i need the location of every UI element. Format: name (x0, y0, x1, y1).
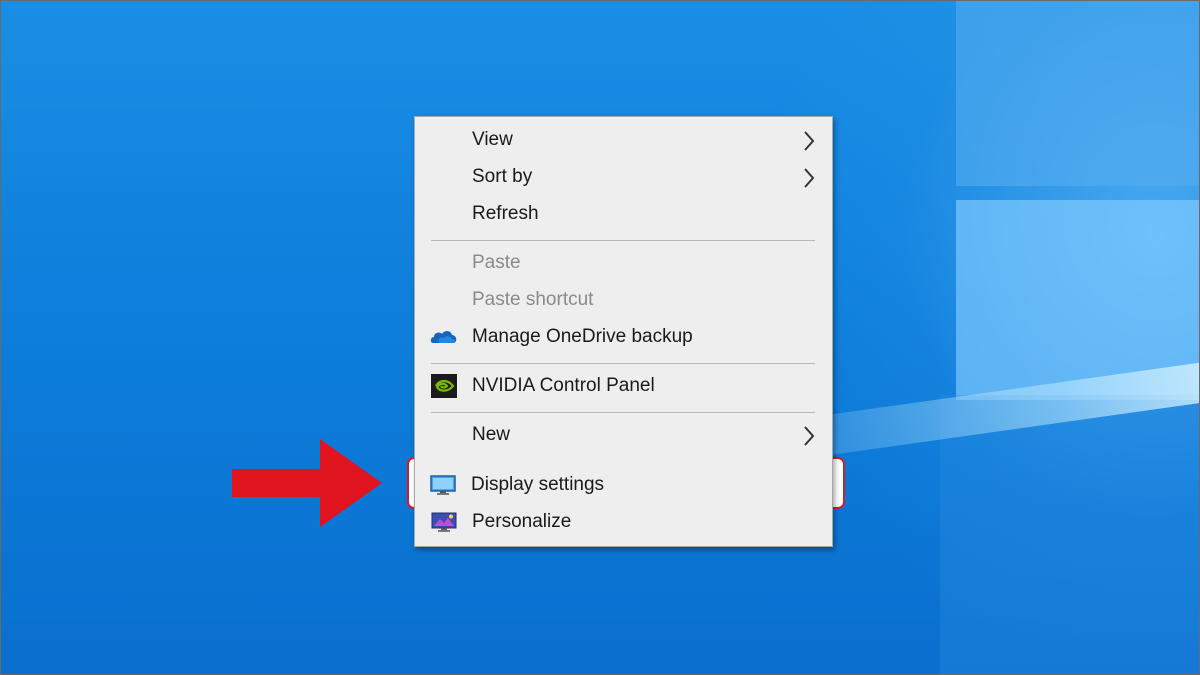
menu-item-nvidia-control-panel[interactable]: NVIDIA Control Panel (415, 368, 832, 404)
menu-item-personalize[interactable]: Personalize (415, 504, 832, 540)
menu-item-label: Personalize (472, 511, 572, 532)
red-arrow-icon (232, 439, 382, 527)
chevron-right-icon (804, 426, 815, 446)
menu-separator (431, 412, 815, 413)
chevron-right-icon (804, 131, 815, 151)
menu-item-label: Paste (472, 252, 521, 273)
menu-item-display-settings[interactable]: Display settings (414, 467, 831, 503)
menu-item-label: Paste shortcut (472, 289, 594, 310)
menu-item-sort-by[interactable]: Sort by (415, 159, 832, 195)
personalize-icon (431, 512, 457, 532)
menu-item-paste[interactable]: Paste (415, 245, 832, 281)
menu-separator (431, 240, 815, 241)
menu-item-label: View (472, 129, 513, 150)
menu-item-label: Sort by (472, 166, 533, 187)
chevron-right-icon (804, 168, 815, 188)
menu-item-label: Display settings (471, 474, 605, 495)
menu-separator (431, 363, 815, 364)
menu-item-label: Manage OneDrive backup (472, 326, 693, 347)
menu-item-label: New (472, 424, 511, 445)
menu-item-refresh[interactable]: Refresh (415, 196, 832, 232)
display-monitor-icon (430, 475, 456, 495)
menu-item-manage-onedrive-backup[interactable]: Manage OneDrive backup (415, 319, 832, 355)
menu-item-view[interactable]: View (415, 122, 832, 158)
menu-item-label: NVIDIA Control Panel (472, 375, 655, 396)
nvidia-icon (431, 374, 457, 398)
menu-item-new[interactable]: New (415, 417, 832, 453)
onedrive-cloud-icon (430, 331, 457, 343)
menu-item-label: Refresh (472, 203, 539, 224)
menu-item-paste-shortcut[interactable]: Paste shortcut (415, 282, 832, 318)
